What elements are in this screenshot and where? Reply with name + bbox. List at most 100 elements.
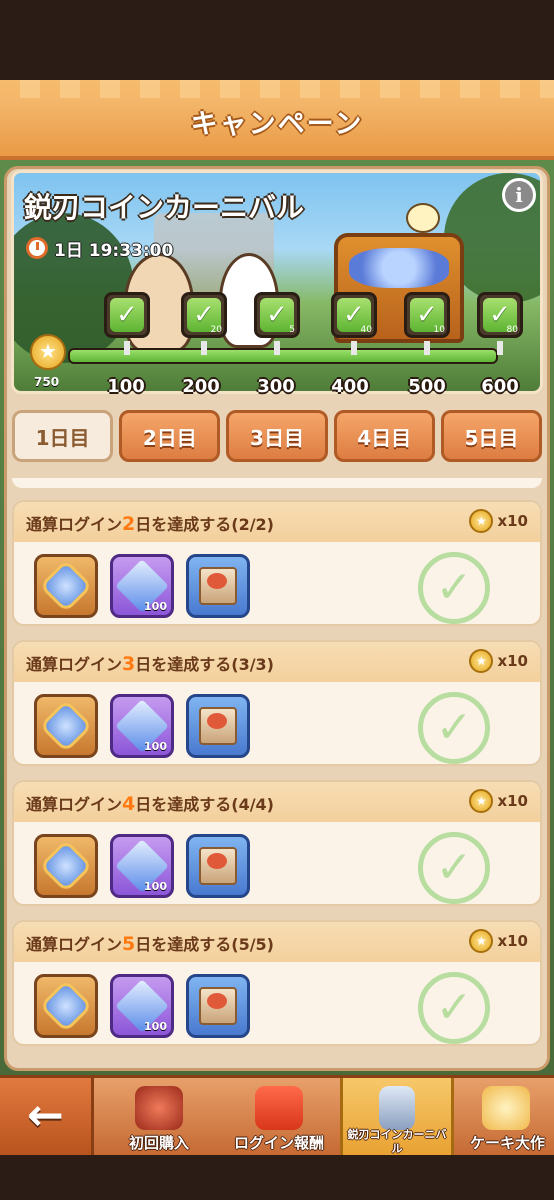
mission-title-suffix: 日を達成する(4/4) [135,795,274,814]
milestone-pin [497,341,503,355]
nav-item-cake-event[interactable]: ケーキ大作 [458,1078,554,1158]
mission-title-prefix: 通算ログイン [26,795,123,814]
medal-item[interactable] [34,554,98,618]
chest-item[interactable] [186,554,250,618]
event-progress-fill [70,350,496,362]
mission-card: 通算ログイン4日を達成する(4/4) ★ x10 100 ✓ [12,780,542,906]
chest-item[interactable] [186,694,250,758]
mission-reward: ★ x10 [469,649,528,673]
mission-list[interactable]: 通算ログイン2日を達成する(2/2) ★ x10 100 ✓ 通算ログイン3日を… [12,478,542,1068]
medal-item[interactable] [34,694,98,758]
milestone-label: 300 [257,376,295,397]
medal-item[interactable] [34,834,98,898]
info-icon[interactable]: i [502,178,536,212]
milestone-pin [424,341,430,355]
item-quantity: 100 [144,740,167,753]
gem-pile-art [349,248,449,288]
header-decoration [0,80,554,98]
nav-item-coin-carnival[interactable]: 鋭刃コインカーニバル [340,1078,454,1158]
mission-title: 通算ログイン3日を達成する(3/3) [26,651,274,675]
medal-item[interactable] [34,974,98,1038]
mission-day-number: 5 [122,933,136,955]
mission-reward: ★ x10 [469,789,528,813]
reward-items: 100 [34,974,250,1038]
back-button[interactable]: ← [0,1078,94,1158]
bottom-dark-strip [0,1155,554,1200]
tab-day-3[interactable]: 3日目 [226,410,328,462]
milestone-reward[interactable]: ✓ 20 [181,292,227,355]
nav-label: ログイン報酬 [233,1134,324,1152]
milestone-reward-box: ✓ 20 [181,292,227,338]
milestone-pin [201,341,207,355]
milestone-quantity: 20 [210,325,222,335]
sword-medal-icon [39,699,93,753]
milestone-reward[interactable]: ✓ 40 [331,292,377,355]
check-icon: ✓ [110,298,144,332]
mission-day-number: 4 [122,793,136,815]
mission-title-suffix: 日を達成する(5/5) [135,935,274,954]
page-title: キャンペーン [190,109,364,140]
mission-header: 通算ログイン2日を達成する(2/2) ★ x10 [14,502,540,542]
milestone-reward[interactable]: ✓ [104,292,150,355]
item-quantity: 100 [144,1020,167,1033]
coin-icon: ★ [469,929,494,953]
milestone-reward-box: ✓ 10 [404,292,450,338]
sword-medal-icon [39,979,93,1033]
milestone-reward[interactable]: ✓ 10 [404,292,450,355]
milestone-pin [351,341,357,355]
gem-item[interactable]: 100 [110,554,174,618]
tab-day-5[interactable]: 5日目 [440,410,543,462]
mission-title-prefix: 通算ログイン [26,935,123,954]
tab-day-4[interactable]: 4日目 [333,410,435,462]
reward-count: x10 [497,512,528,530]
milestone-reward[interactable]: ✓ 5 [254,292,300,355]
milestone-quantity: 80 [506,325,518,335]
milestone-reward-box: ✓ [104,292,150,338]
completed-check-icon: ✓ [418,692,490,764]
sword-medal-icon [39,559,93,613]
hero-portrait-icon [135,1086,183,1130]
mission-title: 通算ログイン2日を達成する(2/2) [26,511,274,535]
milestone-reward[interactable]: ✓ 80 [477,292,523,355]
completed-check-icon: ✓ [418,972,490,1044]
meat-crate-icon [199,567,237,605]
winged-sword-icon [379,1086,415,1130]
mission-day-number: 3 [122,653,136,675]
tab-day-1[interactable]: 1日目 [12,410,114,462]
milestone-quantity: 10 [433,325,445,335]
mission-title: 通算ログイン4日を達成する(4/4) [26,791,274,815]
mission-title-prefix: 通算ログイン [26,515,123,534]
mission-title-suffix: 日を達成する(2/2) [135,515,274,534]
mission-header: 通算ログイン5日を達成する(5/5) ★ x10 [14,922,540,962]
reward-count: x10 [497,792,528,810]
milestone-pin [274,341,280,355]
milestone-reward-box: ✓ 40 [331,292,377,338]
chest-item[interactable] [186,834,250,898]
day-tabs: 1日目 2日目 3日目 4日目 5日目 [12,410,543,464]
mission-title-suffix: 日を達成する(3/3) [135,655,274,674]
mission-header: 通算ログイン4日を達成する(4/4) ★ x10 [14,782,540,822]
item-quantity: 100 [144,880,167,893]
reward-count: x10 [497,652,528,670]
timer-text: 1日 19:33:00 [54,240,174,261]
score-medal: ★ [30,334,66,374]
mission-card: 通算ログイン2日を達成する(2/2) ★ x10 100 ✓ [12,500,542,626]
meat-crate-icon [199,707,237,745]
mission-title: 通算ログイン5日を達成する(5/5) [26,931,274,955]
mission-reward: ★ x10 [469,929,528,953]
mission-reward: ★ x10 [469,509,528,533]
gem-item[interactable]: 100 [110,974,174,1038]
chest-item[interactable] [186,974,250,1038]
mission-card: 通算ログイン3日を達成する(3/3) ★ x10 100 ✓ [12,640,542,766]
gem-item[interactable]: 100 [110,834,174,898]
milestone-reward-box: ✓ 5 [254,292,300,338]
coin-icon: ★ [469,649,494,673]
tab-day-2[interactable]: 2日目 [119,410,221,462]
gem-item[interactable]: 100 [110,694,174,758]
star-medal-icon: ★ [30,334,66,370]
nav-label: 初回購入 [128,1134,189,1152]
nav-item-login-reward[interactable]: ログイン報酬 [220,1078,338,1158]
nav-item-first-purchase[interactable]: 初回購入 [100,1078,218,1158]
event-progress-bar [68,348,498,364]
milestone-quantity: 40 [360,325,372,335]
